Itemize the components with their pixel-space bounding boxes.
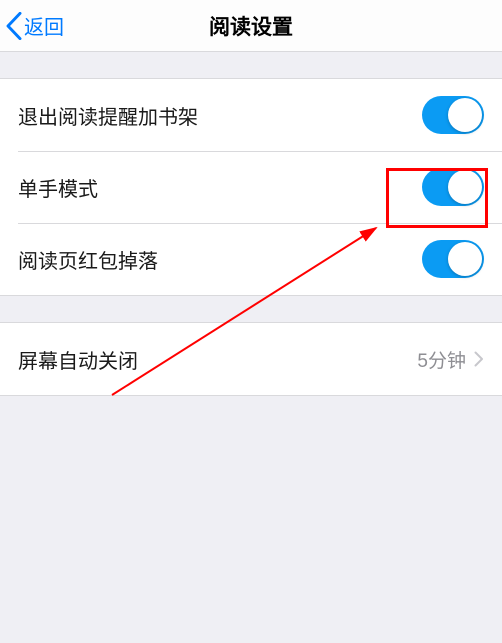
back-label: 返回	[24, 11, 64, 40]
toggle-one-hand[interactable]	[422, 168, 484, 206]
chevron-right-icon	[474, 351, 484, 367]
label-one-hand: 单手模式	[18, 173, 98, 202]
row-one-hand: 单手模式	[0, 151, 502, 223]
row-exit-reminder: 退出阅读提醒加书架	[0, 79, 502, 151]
label-exit-reminder: 退出阅读提醒加书架	[18, 101, 198, 130]
chevron-left-icon	[6, 12, 22, 40]
value-auto-off: 5分钟	[417, 346, 466, 373]
label-hongbao: 阅读页红包掉落	[18, 245, 158, 274]
row-auto-off[interactable]: 屏幕自动关闭 5分钟	[0, 323, 502, 395]
nav-bar: 返回 阅读设置	[0, 0, 502, 52]
toggle-exit-reminder[interactable]	[422, 96, 484, 134]
label-auto-off: 屏幕自动关闭	[18, 345, 138, 374]
row-hongbao: 阅读页红包掉落	[0, 223, 502, 295]
settings-group-1: 退出阅读提醒加书架 单手模式 阅读页红包掉落	[0, 78, 502, 296]
settings-group-2: 屏幕自动关闭 5分钟	[0, 322, 502, 396]
toggle-hongbao[interactable]	[422, 240, 484, 278]
page-title: 阅读设置	[0, 11, 502, 41]
back-button[interactable]: 返回	[0, 11, 64, 40]
